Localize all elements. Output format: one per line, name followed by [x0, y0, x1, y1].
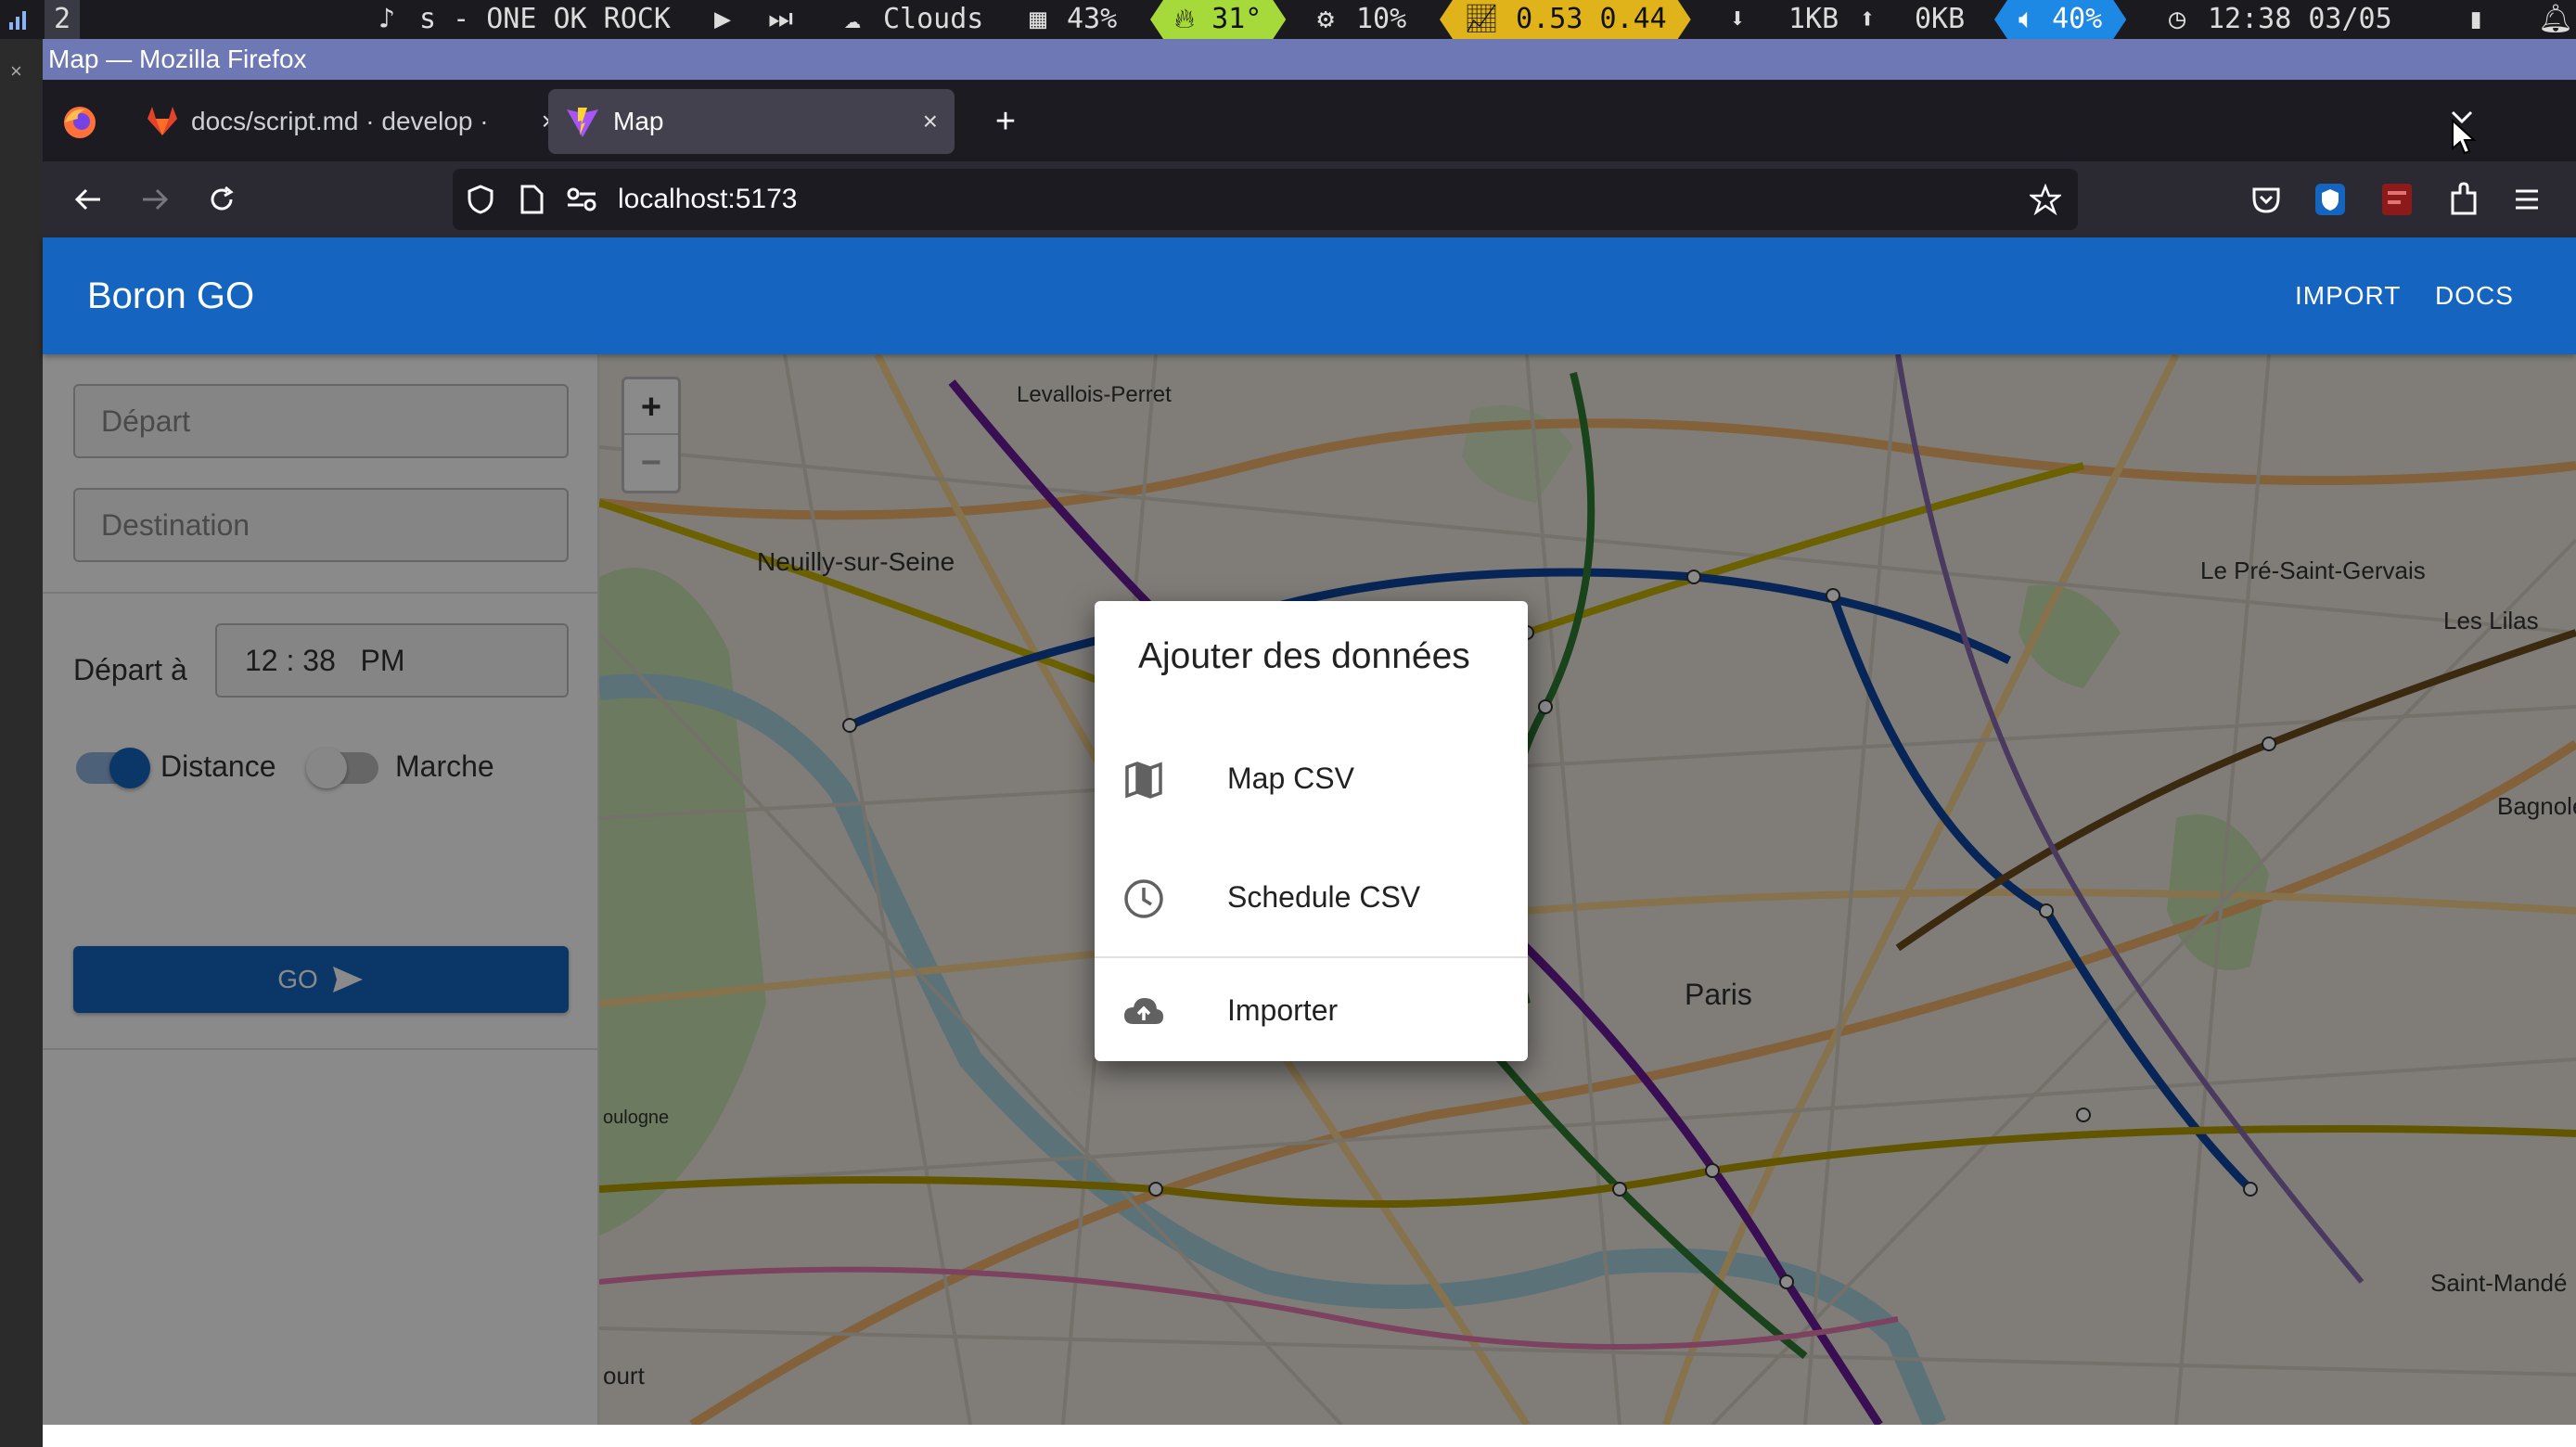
volume-value: 40% [2052, 3, 2103, 35]
map-csv-item[interactable]: Map CSV [1095, 727, 1528, 829]
speaker-icon: 🔈︎ [2019, 3, 2053, 35]
bottom-strip [43, 1425, 2576, 1447]
url-text[interactable]: localhost:5173 [618, 169, 797, 230]
next-track-icon[interactable]: ⏭ [768, 0, 793, 39]
bell-icon[interactable]: 🔔︎ [2538, 0, 2573, 39]
temperature-value: 31° [1211, 3, 1262, 35]
pocket-icon[interactable] [2250, 184, 2282, 215]
load-badge: 📈︎ 0.53 0.44 [1440, 0, 1691, 39]
load-value: 0.53 0.44 [1516, 3, 1667, 35]
music-title: s - ONE OK ROCK [419, 3, 671, 35]
window-side-strip: × [0, 39, 43, 1447]
upload-value: 0KB [1915, 3, 1966, 35]
browser-tab-strip: docs/script.md · develop · × Map × + [43, 80, 2576, 161]
flame-icon: 🔥︎ [1174, 3, 1212, 35]
app-title[interactable]: Boron GO [87, 237, 254, 354]
gitlab-icon [145, 104, 180, 139]
temperature-badge: 🔥︎ 31° [1150, 0, 1286, 39]
firefox-icon[interactable] [61, 104, 98, 141]
close-icon[interactable]: × [10, 59, 22, 83]
map-csv-label: Map CSV [1227, 762, 1354, 795]
workspace-indicator[interactable]: 2 [45, 0, 80, 39]
tab-label: docs/script.md · develop · [191, 107, 489, 135]
weather-text: Clouds [883, 3, 984, 35]
back-button[interactable] [65, 176, 111, 223]
extension-shield-icon[interactable] [2313, 182, 2347, 217]
extensions-puzzle-icon[interactable] [2447, 182, 2480, 217]
clock-value: 12:38 03/05 [2208, 3, 2392, 35]
mouse-cursor-icon [2451, 119, 2477, 156]
schedule-csv-item[interactable]: Schedule CSV [1095, 846, 1528, 948]
permissions-icon[interactable] [566, 186, 597, 213]
browser-nav-bar: localhost:5173 [43, 161, 2576, 237]
bookmark-star-icon[interactable] [2030, 184, 2061, 215]
schedule-csv-label: Schedule CSV [1227, 880, 1421, 914]
cpu-icon: ⚙ [1317, 3, 1335, 35]
import-link[interactable]: IMPORT [2295, 237, 2401, 354]
cors-extension-icon[interactable] [2380, 182, 2414, 217]
memory-value: 43% [1067, 3, 1118, 35]
add-data-dialog: Ajouter des données Map CSV Schedule CSV… [1095, 601, 1528, 1061]
page-icon[interactable] [518, 184, 545, 215]
tab-label: Map [613, 107, 664, 135]
cloud-upload-icon [1124, 998, 1163, 1024]
import-item[interactable]: Importer [1095, 959, 1528, 1061]
dialog-divider [1095, 956, 1528, 958]
clock-icon [1124, 879, 1163, 918]
volume-badge[interactable]: 🔈︎ 40% [1994, 0, 2126, 39]
download-value: 1KB [1788, 3, 1839, 35]
memory-icon: ▦ [1030, 3, 1047, 35]
app-bar: Boron GO IMPORT DOCS [43, 237, 2576, 354]
url-bar[interactable]: localhost:5173 [453, 169, 2078, 230]
close-tab-icon[interactable]: × [923, 89, 938, 154]
import-label: Importer [1227, 993, 1339, 1027]
cloud-icon: ☁ [844, 3, 862, 35]
tab-gitlab-docs[interactable]: docs/script.md · develop · × [126, 89, 573, 154]
forward-button[interactable] [132, 176, 178, 223]
clock-icon: ◷ [2169, 3, 2186, 35]
shield-icon[interactable] [466, 184, 495, 215]
battery-icon: ▮ [2467, 3, 2485, 35]
signal-icon [7, 0, 32, 39]
docs-link[interactable]: DOCS [2435, 237, 2514, 354]
reload-button[interactable] [199, 176, 245, 223]
hamburger-menu-icon[interactable] [2510, 182, 2544, 217]
tab-map[interactable]: Map × [548, 89, 955, 154]
system-status-bar: 2 ♪ s - ONE OK ROCK ▶ ⏭ ☁ Clouds ▦ 43% 🔥… [0, 0, 2576, 39]
new-tab-button[interactable]: + [980, 89, 1032, 154]
vite-icon [565, 104, 600, 139]
dialog-title: Ajouter des données [1138, 636, 1470, 676]
download-icon: ⬇ [1729, 3, 1747, 35]
upload-icon: ⬆ [1859, 3, 1877, 35]
map-icon [1125, 762, 1162, 799]
music-icon: ♪ [378, 3, 396, 35]
chart-icon: 📈︎ [1464, 3, 1517, 35]
play-icon[interactable]: ▶ [714, 0, 731, 39]
window-title: Map — Mozilla Firefox [43, 39, 2576, 80]
cpu-value: 10% [1356, 3, 1407, 35]
